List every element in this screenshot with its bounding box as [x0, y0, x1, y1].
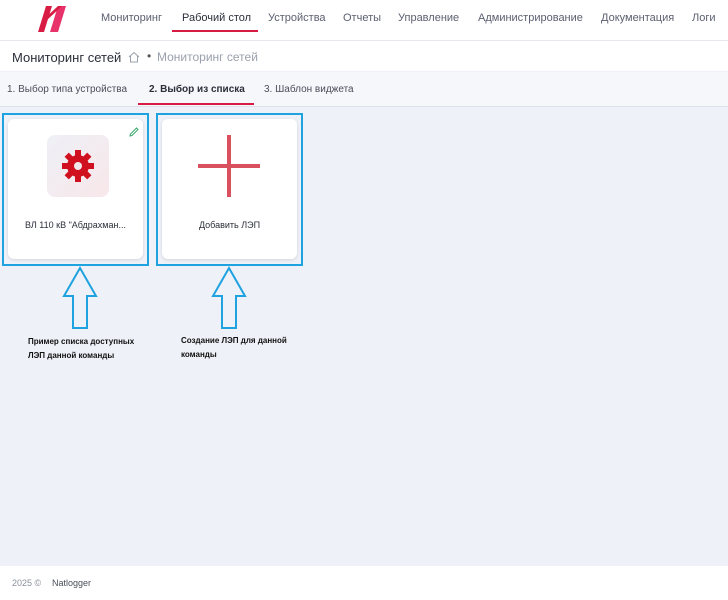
line-card[interactable]: ВЛ 110 кВ "Абдрахман... — [8, 119, 143, 259]
page-title: Мониторинг сетей — [12, 50, 122, 65]
page-header: Мониторинг сетей • Мониторинг сетей — [0, 41, 728, 71]
step-active-indicator — [138, 103, 254, 105]
plus-icon — [198, 135, 260, 197]
gear-icon — [62, 150, 94, 182]
nav-item-monitoring[interactable]: Мониторинг — [101, 12, 162, 24]
arrow-up-icon — [211, 266, 247, 329]
step-2-tab[interactable]: 2. Выбор из списка — [149, 84, 245, 95]
logo-icon[interactable] — [34, 6, 70, 32]
nav-item-documentation[interactable]: Документация — [601, 12, 674, 24]
home-icon[interactable] — [128, 51, 140, 63]
annotation-line: Создание ЛЭП для данной — [181, 336, 287, 345]
footer: 2025 © Natlogger — [0, 566, 728, 600]
edit-pencil-icon[interactable] — [128, 126, 140, 138]
breadcrumb-current: Мониторинг сетей — [157, 50, 258, 64]
add-line-card[interactable]: Добавить ЛЭП — [162, 119, 297, 259]
footer-copyright: 2025 © — [12, 578, 42, 588]
annotation-list-example: Пример списка доступных ЛЭП данной коман… — [28, 335, 134, 363]
footer-brand[interactable]: Natlogger — [52, 578, 91, 588]
wizard-steps: 1. Выбор типа устройства 2. Выбор из спи… — [0, 72, 728, 107]
breadcrumb-separator: • — [147, 49, 152, 63]
arrow-up-icon — [62, 266, 98, 329]
annotation-line: Пример списка доступных — [28, 337, 135, 346]
nav-item-management[interactable]: Управление — [398, 12, 459, 24]
nav-active-indicator — [172, 30, 258, 32]
card-icon-box — [47, 135, 109, 197]
nav-item-desktop[interactable]: Рабочий стол — [182, 12, 251, 24]
nav-item-reports[interactable]: Отчеты — [343, 12, 381, 24]
line-card-label: ВЛ 110 кВ "Абдрахман... — [25, 220, 126, 230]
top-navbar: Мониторинг Рабочий стол Устройства Отчет… — [0, 0, 728, 41]
annotation-line: команды — [181, 350, 217, 359]
step-3-tab[interactable]: 3. Шаблон виджета — [264, 84, 354, 95]
nav-item-administration[interactable]: Администрирование — [478, 12, 583, 24]
nav-item-devices[interactable]: Устройства — [268, 12, 326, 24]
annotation-line: ЛЭП данной команды — [28, 351, 115, 360]
add-line-label: Добавить ЛЭП — [198, 220, 261, 230]
step-1-tab[interactable]: 1. Выбор типа устройства — [7, 84, 127, 95]
annotation-create-line: Создание ЛЭП для данной команды — [181, 334, 287, 362]
nav-item-logs[interactable]: Логи — [692, 12, 716, 24]
